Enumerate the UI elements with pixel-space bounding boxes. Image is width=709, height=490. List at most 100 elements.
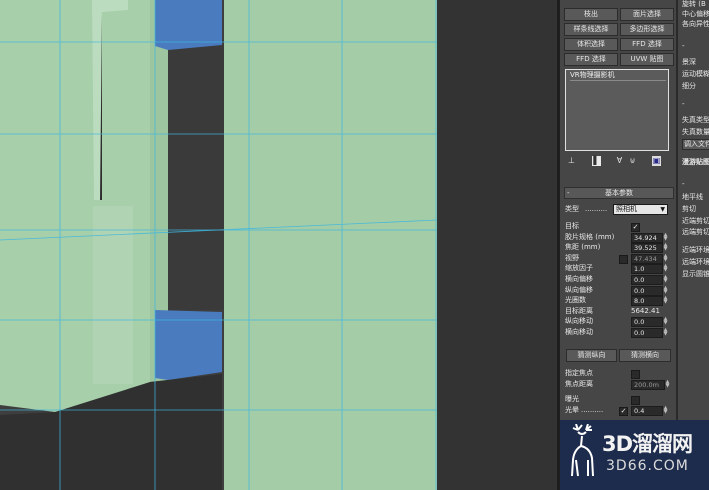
param-spinner-field[interactable]: 0.0 bbox=[631, 317, 663, 328]
dof-label: 景深 bbox=[682, 58, 696, 66]
show-end-result-icon[interactable]: ▌ bbox=[592, 156, 601, 166]
focus-distance-field[interactable]: 200.0m bbox=[631, 380, 665, 390]
param-label: 焦距 (mm) bbox=[565, 243, 601, 252]
param-row: 目标距离 5642.41 bbox=[565, 306, 671, 316]
pin-stack-icon[interactable]: ⊥ bbox=[567, 156, 576, 166]
spinner-arrows-icon[interactable]: ▲ ▼ bbox=[665, 380, 670, 389]
distortion-amount-label: 失真数量 bbox=[682, 128, 709, 136]
focus-distance-label: 焦点距离 bbox=[565, 380, 593, 388]
modifier-button-8[interactable]: UVW 贴图 bbox=[620, 53, 674, 66]
horizon-label: 地平线 bbox=[682, 193, 703, 201]
spinner-arrows-icon[interactable]: ▲ ▼ bbox=[663, 232, 668, 242]
right-panel: 旋转 (B 中心偏移 各向异性 - 景深 运动模糊 细分 - 失真类型 失真数量… bbox=[678, 0, 709, 490]
param-row: 焦距 (mm) 39.525 ▲ ▼ bbox=[565, 242, 671, 254]
viewport-scene bbox=[0, 0, 557, 490]
spinner-arrows-icon[interactable]: ▲ ▼ bbox=[663, 328, 668, 337]
vignetting-field[interactable]: 0.4 bbox=[631, 406, 663, 416]
param-label: 光圈数 bbox=[565, 296, 586, 305]
rollout-title: 基本参数 bbox=[605, 189, 633, 197]
param-spinner-field[interactable]: 47.434 bbox=[631, 253, 663, 264]
far-env-label: 远端环境 bbox=[682, 258, 709, 266]
modifier-button-1[interactable]: 枝出 bbox=[564, 8, 618, 21]
spinner-arrows-icon[interactable]: ▲ ▼ bbox=[663, 264, 668, 273]
param-label: 纵向移动 bbox=[565, 317, 593, 326]
subdivs-label: 细分 bbox=[682, 82, 696, 90]
modifier-button-4[interactable]: 多边形选择 bbox=[620, 23, 674, 36]
param-label: 目标距离 bbox=[565, 306, 593, 315]
right-top-line-3: 各向异性 bbox=[682, 20, 709, 28]
param-row: 缩放因子 1.0 ▲ ▼ bbox=[565, 263, 671, 275]
specify-focus-checkbox[interactable] bbox=[631, 370, 640, 379]
param-label: 胶片规格 (mm) bbox=[565, 232, 615, 241]
specify-focus-row: 指定焦点 bbox=[565, 368, 671, 379]
spinner-arrows-icon[interactable]: ▲ ▼ bbox=[663, 253, 668, 263]
near-clip-label: 近端剪切 bbox=[682, 217, 709, 225]
param-spinner-field[interactable]: 39.525 bbox=[631, 243, 663, 254]
guess-horizontal-button[interactable]: 猜测横向 bbox=[619, 349, 671, 362]
param-row: 横向偏移 0.0 ▲ ▼ bbox=[565, 274, 671, 285]
show-cone-label: 显示圆锥 bbox=[682, 270, 709, 278]
param-label: 视野 bbox=[565, 253, 579, 262]
exposure-checkbox[interactable] bbox=[631, 396, 640, 405]
clip-label: 剪切 bbox=[682, 205, 696, 213]
param-spinner-field[interactable]: 1.0 bbox=[631, 264, 663, 275]
type-label: 类型 bbox=[565, 205, 579, 213]
vignetting-checkbox[interactable]: ✓ bbox=[619, 407, 628, 416]
make-unique-icon[interactable]: ∀ bbox=[615, 156, 624, 166]
param-spinner-field[interactable]: 0.0 bbox=[631, 285, 663, 296]
type-row: 类型 .......... 照相机 ▼ bbox=[565, 204, 671, 215]
walkthrough-title: 漫游贴图 bbox=[682, 158, 709, 166]
exposure-row: 曝光 bbox=[565, 394, 671, 405]
spinner-arrows-icon[interactable]: ▲ ▼ bbox=[663, 243, 668, 252]
focus-distance-row: 焦点距离 200.0m ▲ ▼ bbox=[565, 379, 671, 390]
remove-modifier-icon[interactable]: ⊍ bbox=[628, 156, 637, 166]
modifier-stack-list[interactable]: VR物理摄影机 bbox=[565, 69, 669, 151]
specify-focus-label: 指定焦点 bbox=[565, 369, 593, 377]
right-top-line-1: 旋转 (B bbox=[682, 0, 706, 8]
chevron-down-icon: ▼ bbox=[660, 206, 665, 213]
motion-blur-label: 运动模糊 bbox=[682, 70, 709, 78]
vignetting-row: 光晕 .......... ✓ 0.4 ▲ ▼ bbox=[565, 405, 668, 416]
modifier-button-5[interactable]: 体积选择 bbox=[564, 38, 618, 51]
modifier-button-7[interactable]: FFD 选择 bbox=[564, 53, 618, 66]
exposure-label: 曝光 bbox=[565, 395, 579, 403]
modifier-button-3[interactable]: 样条线选择 bbox=[564, 23, 618, 36]
right-top-line-2: 中心偏移 bbox=[682, 10, 709, 18]
param-spinner-field[interactable]: 0.0 bbox=[631, 328, 663, 338]
param-label: 横向移动 bbox=[565, 328, 593, 336]
modifier-stack-item[interactable]: VR物理摄影机 bbox=[570, 71, 666, 81]
param-row: 视野 47.434 ▲ ▼ bbox=[565, 253, 671, 264]
window-top bbox=[155, 0, 222, 50]
load-file-button[interactable]: 调入文件 bbox=[682, 139, 709, 150]
modifier-button-2[interactable]: 面片选择 bbox=[620, 8, 674, 21]
viewport-camera[interactable] bbox=[0, 0, 557, 490]
right-wall bbox=[224, 0, 437, 490]
rollout-basic-params[interactable]: - 基本参数 bbox=[564, 187, 674, 199]
param-label: 横向偏移 bbox=[565, 275, 593, 283]
camera-type-dropdown[interactable]: 照相机 ▼ bbox=[613, 204, 668, 215]
param-spinner-field[interactable]: 8.0 bbox=[631, 296, 663, 307]
param-value: 5642.41 bbox=[631, 306, 660, 315]
param-row: 横向移动 0.0 ▲ ▼ bbox=[565, 327, 671, 338]
spinner-arrows-icon[interactable]: ▲ ▼ bbox=[663, 296, 668, 305]
guess-vertical-button[interactable]: 猜测纵向 bbox=[566, 349, 617, 362]
watermark-brand: 3D溜溜网 bbox=[602, 432, 693, 456]
window-bottom bbox=[155, 310, 222, 380]
param-row: 目标 ✓ bbox=[565, 221, 671, 232]
spinner-arrows-icon[interactable]: ▲ ▼ bbox=[663, 406, 668, 415]
param-spinner-field[interactable]: 0.0 bbox=[631, 275, 663, 285]
param-row: 纵向偏移 0.0 ▲ ▼ bbox=[565, 285, 671, 296]
watermark-url: 3D66.COM bbox=[606, 458, 689, 474]
modifier-button-6[interactable]: FFD 选择 bbox=[620, 38, 674, 51]
far-clip-label: 远端剪切 bbox=[682, 228, 709, 236]
near-env-label: 近端环境 bbox=[682, 246, 709, 254]
spinner-arrows-icon[interactable]: ▲ ▼ bbox=[663, 285, 668, 295]
spinner-arrows-icon[interactable]: ▲ ▼ bbox=[663, 317, 668, 326]
param-spinner-field[interactable]: 34.924 bbox=[631, 232, 663, 243]
spinner-arrows-icon[interactable]: ▲ ▼ bbox=[663, 275, 668, 284]
param-row: 胶片规格 (mm) 34.924 ▲ ▼ bbox=[565, 232, 671, 243]
deer-logo-icon bbox=[571, 424, 594, 477]
configure-sets-icon[interactable]: ▣ bbox=[652, 156, 661, 166]
param-row: 光圈数 8.0 ▲ ▼ bbox=[565, 295, 671, 307]
command-panel: 枝出 面片选择 样条线选择 多边形选择 体积选择 FFD 选择 FFD 选择 U… bbox=[560, 0, 676, 490]
